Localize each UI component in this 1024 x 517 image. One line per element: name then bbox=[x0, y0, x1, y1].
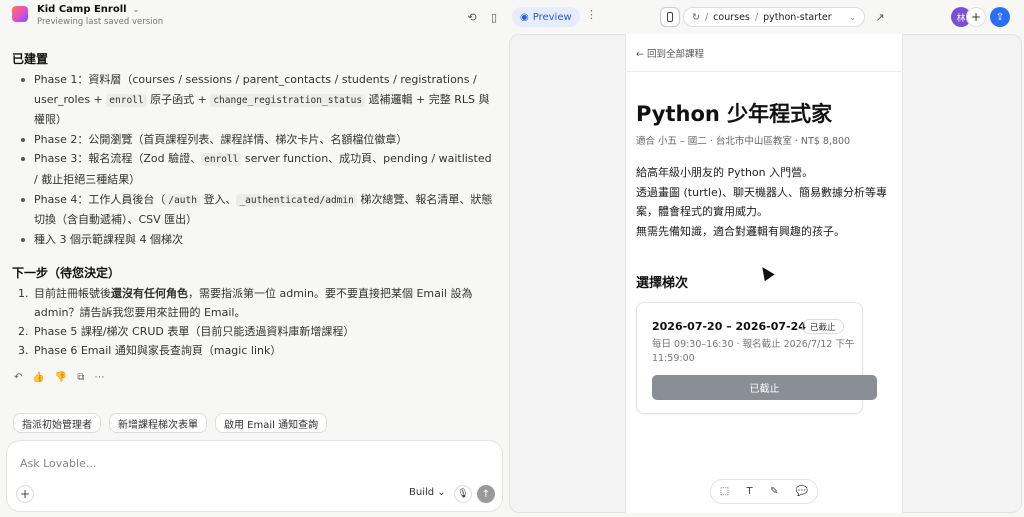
top-bar: Kid Camp Enroll ⌄ Previewing last saved v… bbox=[0, 0, 1024, 34]
divider bbox=[626, 71, 902, 72]
session-dates: 2026-07-20 – 2026-07-24 bbox=[652, 320, 806, 333]
add-attachment-button[interactable]: + bbox=[16, 485, 34, 503]
chevron-down-icon: ⌄ bbox=[437, 487, 446, 498]
chip-email-notify[interactable]: 啟用 Email 通知查詢 bbox=[215, 413, 328, 433]
chevron-down-icon: ⌄ bbox=[132, 5, 140, 14]
sessions-heading: 選擇梯次 bbox=[636, 276, 689, 291]
course-description: 給高年級小朋友的 Python 入門營。 透過畫圖 (turtle)、聊天機器人… bbox=[636, 163, 894, 241]
preview-label: Preview bbox=[532, 11, 572, 23]
mode-label: Build bbox=[409, 487, 435, 498]
text-icon[interactable]: T bbox=[747, 486, 753, 497]
project-name: Kid Camp Enroll bbox=[37, 4, 127, 15]
select-element-icon[interactable]: ⬚ bbox=[720, 486, 729, 497]
course-meta: 適合 小五 – 國二 · 台北市中山區教室 · NT$ 8,800 bbox=[636, 136, 851, 147]
project-menu[interactable]: Kid Camp Enroll ⌄ Previewing last saved v… bbox=[37, 4, 163, 27]
chip-assign-admin[interactable]: 指派初始管理者 bbox=[13, 413, 101, 433]
status-badge: 已截止 bbox=[802, 319, 844, 334]
session-card: 2026-07-20 – 2026-07-24 已截止 每日 09:30–16:… bbox=[636, 302, 877, 414]
eye-icon: ◉ bbox=[520, 11, 529, 23]
list-item: Phase 1：資料層（courses / sessions / parent_… bbox=[21, 70, 494, 130]
thumbs-up-icon[interactable]: 👍 bbox=[32, 372, 44, 383]
chat-composer[interactable]: Ask Lovable... + Build ⌄ 🎙 ↑ bbox=[6, 440, 503, 512]
list-item: 3. Phase 6 Email 通知與家長查詢頁（magic link） bbox=[18, 344, 282, 357]
thumbs-down-icon[interactable]: 👎 bbox=[55, 372, 67, 383]
next-heading: 下一步（待您決定） bbox=[12, 266, 121, 280]
pencil-icon[interactable]: ✎ bbox=[770, 486, 778, 497]
more-views-icon[interactable]: ⋮ bbox=[586, 8, 597, 21]
url-bar[interactable]: ↻ / courses / python-starter ⌄ bbox=[683, 7, 865, 27]
built-list: Phase 1：資料層（courses / sessions / parent_… bbox=[21, 70, 494, 250]
course-title: Python 少年程式家 bbox=[636, 102, 833, 126]
session-schedule: 每日 09:30–16:30 · 報名截止 2026/7/12 下午11:59:… bbox=[652, 339, 855, 364]
mode-select[interactable]: Build ⌄ bbox=[409, 487, 446, 498]
chevron-down-icon[interactable]: ⌄ bbox=[849, 13, 856, 22]
list-item: Phase 3：報名流程（Zod 驗證、 enroll server functi… bbox=[21, 149, 494, 189]
copy-icon[interactable]: ⧉ bbox=[77, 372, 84, 383]
preview-tab[interactable]: ◉ Preview bbox=[512, 7, 580, 27]
message-actions: ↶ 👍 👎 ⧉ ⋯ bbox=[14, 372, 104, 383]
suggestion-chips: 指派初始管理者 新增課程梯次表單 啟用 Email 通知查詢 bbox=[13, 413, 328, 433]
list-item: 2. Phase 5 課程/梯次 CRUD 表單（目前只能透過資料庫新增課程） bbox=[18, 325, 355, 338]
edit-toolbar: ⬚ T ✎ 💬 bbox=[710, 479, 818, 504]
url-sep: / bbox=[754, 11, 759, 23]
chat-input[interactable]: Ask Lovable... bbox=[20, 457, 96, 470]
next-steps-list: 1. 目前註冊帳號後還沒有任何角色，需要指派第一位 admin。要不要直接把某個 … bbox=[18, 284, 494, 360]
list-item: Phase 2：公開瀏覽（首頁課程列表、課程詳情、梯次卡片、名額檔位徽章） bbox=[21, 130, 494, 150]
url-segment: python-starter bbox=[763, 11, 832, 23]
undo-icon[interactable]: ↶ bbox=[14, 372, 22, 383]
sidebar-toggle-icon[interactable]: ▯ bbox=[485, 8, 503, 26]
url-segment: courses bbox=[713, 11, 750, 23]
microphone-icon[interactable]: 🎙 bbox=[454, 485, 472, 503]
lovable-logo[interactable] bbox=[12, 6, 28, 22]
project-status: Previewing last saved version bbox=[37, 17, 164, 27]
send-button[interactable]: ↑ bbox=[477, 485, 495, 503]
url-sep: / bbox=[704, 11, 709, 23]
list-item: Phase 4：工作人員後台（/auth 登入、 _authenticated/a… bbox=[21, 190, 494, 230]
closed-button[interactable]: 已截止 bbox=[652, 375, 877, 400]
history-icon[interactable]: ⟲ bbox=[463, 8, 481, 26]
refresh-icon[interactable]: ↻ bbox=[692, 12, 700, 23]
description-line: 給高年級小朋友的 Python 入門營。 bbox=[636, 166, 814, 179]
invite-button[interactable]: + bbox=[966, 7, 986, 27]
comment-icon[interactable]: 💬 bbox=[796, 486, 808, 497]
chip-session-form[interactable]: 新增課程梯次表單 bbox=[109, 413, 207, 433]
back-to-courses-link[interactable]: ← 回到全部課程 bbox=[636, 46, 704, 60]
more-icon[interactable]: ⋯ bbox=[94, 372, 104, 383]
mobile-device-icon[interactable] bbox=[660, 7, 680, 27]
external-link-icon[interactable]: ↗ bbox=[871, 8, 889, 26]
description-line: 透過畫圖 (turtle)、聊天機器人、簡易數據分析等專案，體會程式的實用威力。 bbox=[636, 185, 888, 219]
description-line: 無需先備知識，適合對邏輯有興趣的孩子。 bbox=[636, 224, 845, 238]
list-item: 種入 3 個示範課程與 4 個梯次 bbox=[21, 230, 494, 250]
list-item: 1. 目前註冊帳號後還沒有任何角色，需要指派第一位 admin。要不要直接把某個 … bbox=[18, 287, 473, 319]
built-heading: 已建置 bbox=[12, 52, 49, 66]
share-icon[interactable]: ⇪ bbox=[990, 7, 1010, 27]
